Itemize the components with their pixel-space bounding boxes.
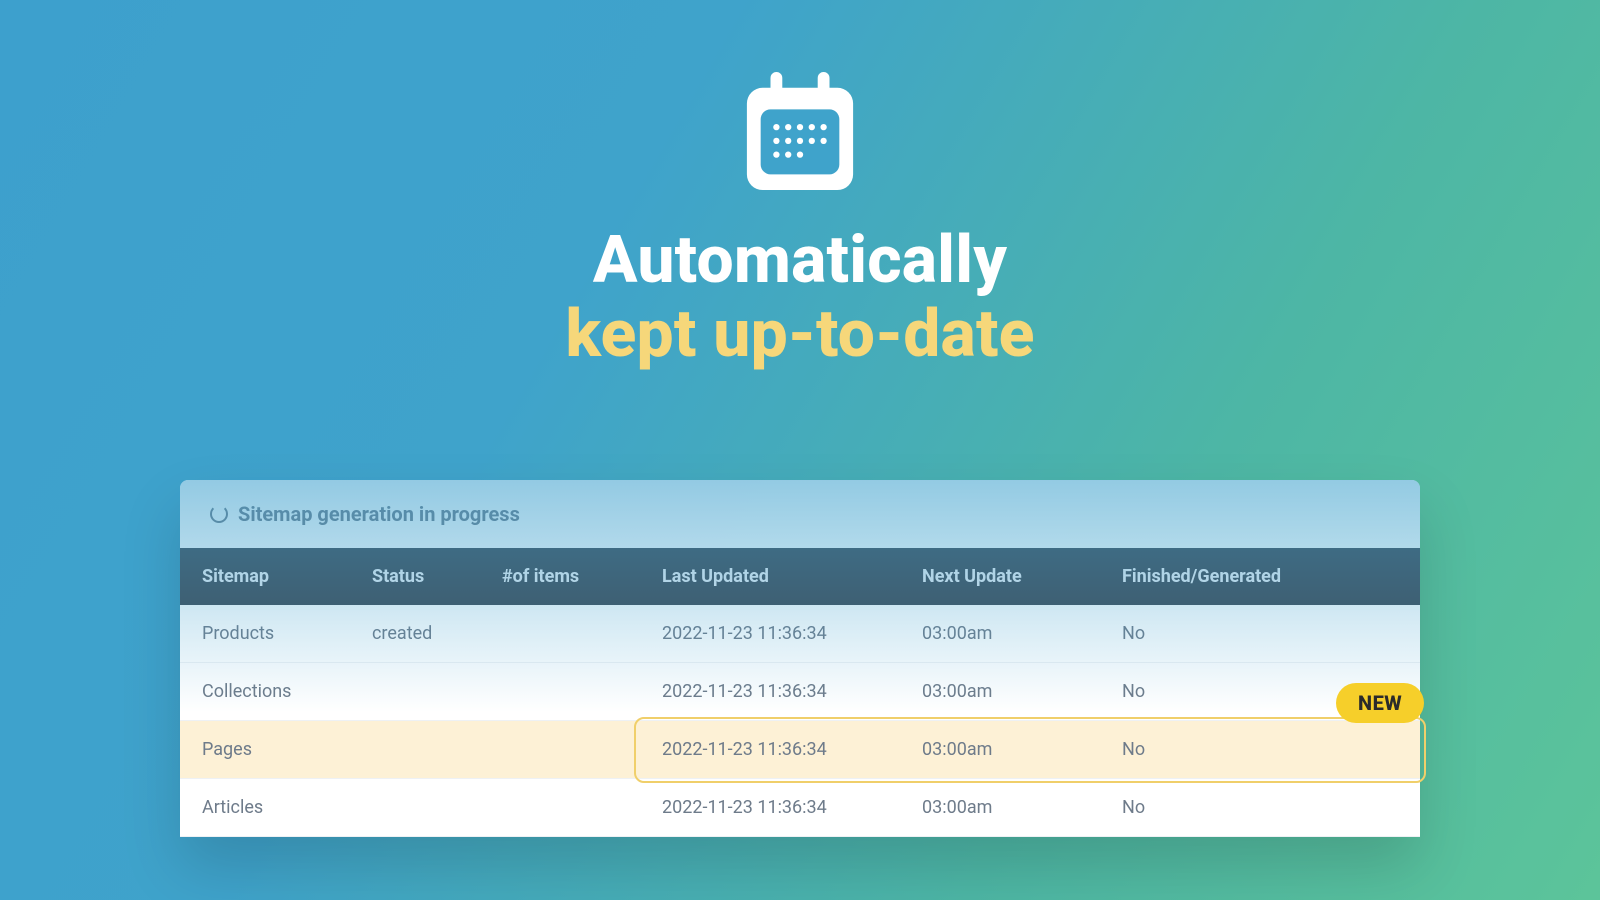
th-items: #of items (480, 548, 640, 605)
cell-last_updated: 2022-11-23 11:36:34 (640, 779, 900, 837)
th-fin: Finished/Generated (1100, 548, 1420, 605)
headline-line1: Automatically (565, 224, 1034, 298)
cell-sitemap: Articles (180, 779, 350, 837)
th-status: Status (350, 548, 480, 605)
cell-sitemap: Collections (180, 663, 350, 721)
cell-finished: No (1100, 605, 1420, 663)
calendar-icon (741, 70, 859, 198)
status-bar: Sitemap generation in progress (180, 480, 1420, 548)
cell-last_updated: 2022-11-23 11:36:34 (640, 605, 900, 663)
headline-line2: kept up-to-date (565, 298, 1034, 372)
cell-finished: No (1100, 721, 1420, 779)
table-row: Collections2022-11-23 11:36:3403:00amNo (180, 663, 1420, 721)
sitemap-table: Sitemap Status #of items Last Updated Ne… (180, 548, 1420, 837)
th-next: Next Update (900, 548, 1100, 605)
hero: Automatically kept up-to-date (0, 70, 1600, 372)
headline: Automatically kept up-to-date (565, 224, 1034, 372)
table-row: Pages 2022-11-23 11:36:3403:00amNo (180, 721, 1420, 779)
cell-sitemap: Products (180, 605, 350, 663)
cell-status: created (350, 605, 480, 663)
new-badge: NEW (1336, 683, 1424, 723)
cell-finished: No (1100, 779, 1420, 837)
promo-canvas: Automatically kept up-to-date Sitemap ge… (0, 0, 1600, 900)
cell-status (350, 663, 480, 721)
cell-items (480, 721, 640, 779)
th-sitemap: Sitemap (180, 548, 350, 605)
cell-next_update: 03:00am (900, 721, 1100, 779)
cell-items (480, 605, 640, 663)
cell-status (350, 779, 480, 837)
cell-items (480, 663, 640, 721)
sitemap-panel: Sitemap generation in progress Sitemap S… (180, 480, 1420, 837)
cell-next_update: 03:00am (900, 663, 1100, 721)
cell-items (480, 779, 640, 837)
spinner-icon (210, 505, 228, 523)
table-row: Productscreated 2022-11-23 11:36:3403:00a… (180, 605, 1420, 663)
table-head: Sitemap Status #of items Last Updated Ne… (180, 548, 1420, 605)
cell-last_updated: 2022-11-23 11:36:34 (640, 663, 900, 721)
table-row: Articles 2022-11-23 11:36:3403:00amNo (180, 779, 1420, 837)
status-text: Sitemap generation in progress (238, 502, 520, 526)
cell-next_update: 03:00am (900, 779, 1100, 837)
th-last: Last Updated (640, 548, 900, 605)
cell-sitemap: Pages (180, 721, 350, 779)
cell-status (350, 721, 480, 779)
table-body: Productscreated2022-11-23 11:36:3403:00a… (180, 605, 1420, 837)
cell-last_updated: 2022-11-23 11:36:34 (640, 721, 900, 779)
cell-next_update: 03:00am (900, 605, 1100, 663)
